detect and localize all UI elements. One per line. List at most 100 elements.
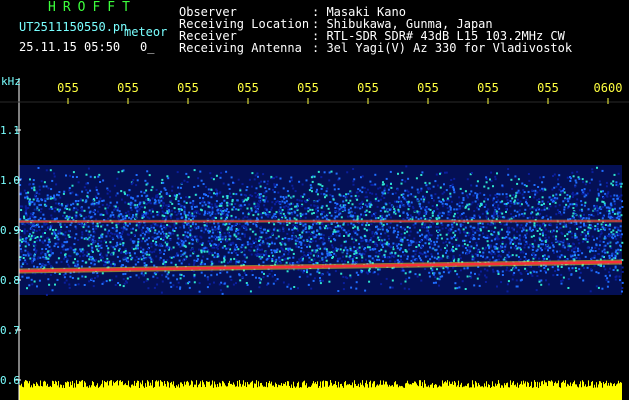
noise-pixel bbox=[367, 224, 370, 226]
noise-pixel bbox=[560, 280, 563, 282]
noise-pixel bbox=[438, 258, 441, 261]
noise-pixel bbox=[547, 249, 549, 252]
noise-pixel bbox=[384, 250, 387, 253]
noise-pixel bbox=[215, 174, 218, 177]
noise-pixel bbox=[453, 189, 455, 191]
noise-pixel bbox=[33, 248, 36, 251]
noise-pixel bbox=[479, 216, 481, 219]
noise-pixel bbox=[401, 238, 404, 241]
noise-pixel bbox=[253, 204, 256, 207]
noise-pixel bbox=[615, 237, 618, 240]
noise-pixel bbox=[214, 213, 217, 215]
noise-pixel bbox=[324, 256, 327, 259]
noise-pixel bbox=[532, 234, 535, 237]
noise-pixel bbox=[210, 240, 213, 242]
noise-pixel bbox=[525, 202, 528, 205]
noise-pixel bbox=[145, 214, 148, 217]
noise-pixel bbox=[477, 237, 480, 240]
noise-pixel bbox=[587, 239, 589, 241]
noise-pixel bbox=[427, 201, 430, 204]
noise-pixel bbox=[106, 232, 109, 235]
noise-pixel bbox=[621, 287, 624, 290]
noise-pixel bbox=[516, 247, 519, 250]
noise-pixel bbox=[59, 196, 62, 199]
noise-pixel bbox=[23, 230, 26, 233]
noise-pixel bbox=[314, 240, 317, 243]
noise-pixel bbox=[265, 258, 268, 261]
noise-pixel bbox=[522, 226, 525, 229]
noise-pixel bbox=[178, 210, 181, 213]
noise-pixel bbox=[512, 194, 515, 196]
noise-pixel bbox=[331, 195, 334, 198]
noise-pixel bbox=[116, 209, 119, 212]
noise-pixel bbox=[374, 183, 377, 186]
noise-pixel bbox=[525, 236, 527, 239]
noise-pixel bbox=[449, 206, 452, 209]
noise-pixel bbox=[543, 202, 545, 205]
noise-pixel bbox=[95, 189, 98, 191]
noise-pixel bbox=[107, 206, 110, 209]
noise-pixel bbox=[615, 275, 618, 278]
noise-pixel bbox=[363, 187, 366, 189]
noise-pixel bbox=[30, 224, 33, 226]
noise-pixel bbox=[501, 246, 504, 249]
spectrogram-chart: kHz1.11.00.90.80.70.6055 055 055 055 055 055 0… bbox=[0, 75, 629, 400]
noise-pixel bbox=[281, 237, 284, 240]
noise-pixel bbox=[218, 283, 221, 286]
noise-pixel bbox=[581, 192, 584, 195]
noise-pixel bbox=[206, 286, 209, 289]
noise-pixel bbox=[55, 183, 58, 186]
noise-pixel bbox=[356, 226, 359, 229]
noise-pixel bbox=[464, 231, 467, 234]
noise-pixel bbox=[65, 215, 68, 218]
noise-pixel bbox=[151, 197, 154, 200]
noise-pixel bbox=[364, 289, 367, 292]
noise-pixel bbox=[355, 254, 358, 257]
noise-pixel bbox=[483, 248, 486, 251]
noise-pixel bbox=[211, 228, 214, 231]
noise-pixel bbox=[468, 240, 471, 243]
noise-pixel bbox=[102, 214, 105, 216]
noise-pixel bbox=[86, 254, 89, 257]
noise-pixel bbox=[64, 207, 67, 210]
noise-pixel bbox=[469, 237, 472, 240]
noise-pixel bbox=[89, 255, 92, 258]
noise-pixel bbox=[605, 279, 608, 282]
noise-pixel bbox=[345, 231, 348, 234]
noise-pixel bbox=[461, 201, 464, 204]
noise-pixel bbox=[412, 223, 415, 226]
noise-pixel bbox=[68, 216, 70, 219]
noise-pixel bbox=[501, 184, 504, 187]
noise-pixel bbox=[525, 229, 528, 232]
noise-pixel bbox=[329, 201, 332, 204]
noise-pixel bbox=[496, 172, 498, 175]
noise-pixel bbox=[488, 236, 491, 239]
noise-pixel bbox=[103, 239, 106, 242]
noise-pixel bbox=[91, 260, 94, 263]
noise-pixel bbox=[210, 203, 213, 206]
noise-pixel bbox=[523, 255, 526, 258]
noise-pixel bbox=[320, 273, 323, 276]
noise-pixel bbox=[527, 173, 530, 175]
noise-pixel bbox=[54, 218, 57, 221]
noise-pixel bbox=[170, 261, 173, 264]
noise-pixel bbox=[555, 185, 558, 188]
noise-pixel bbox=[256, 244, 259, 247]
noise-pixel bbox=[354, 230, 357, 233]
noise-pixel bbox=[369, 180, 372, 183]
noise-pixel bbox=[542, 230, 545, 233]
noise-pixel bbox=[229, 260, 232, 263]
noise-pixel bbox=[386, 256, 389, 259]
noise-pixel bbox=[237, 208, 240, 211]
noise-pixel bbox=[400, 243, 403, 246]
noise-pixel bbox=[74, 248, 77, 251]
noise-pixel bbox=[365, 224, 368, 227]
noise-pixel bbox=[270, 175, 273, 178]
noise-pixel bbox=[218, 260, 221, 263]
noise-pixel bbox=[450, 237, 453, 240]
noise-pixel bbox=[326, 213, 329, 216]
noise-pixel bbox=[522, 235, 525, 238]
noise-pixel bbox=[302, 224, 305, 227]
noise-pixel bbox=[91, 246, 94, 249]
noise-pixel bbox=[316, 254, 319, 257]
